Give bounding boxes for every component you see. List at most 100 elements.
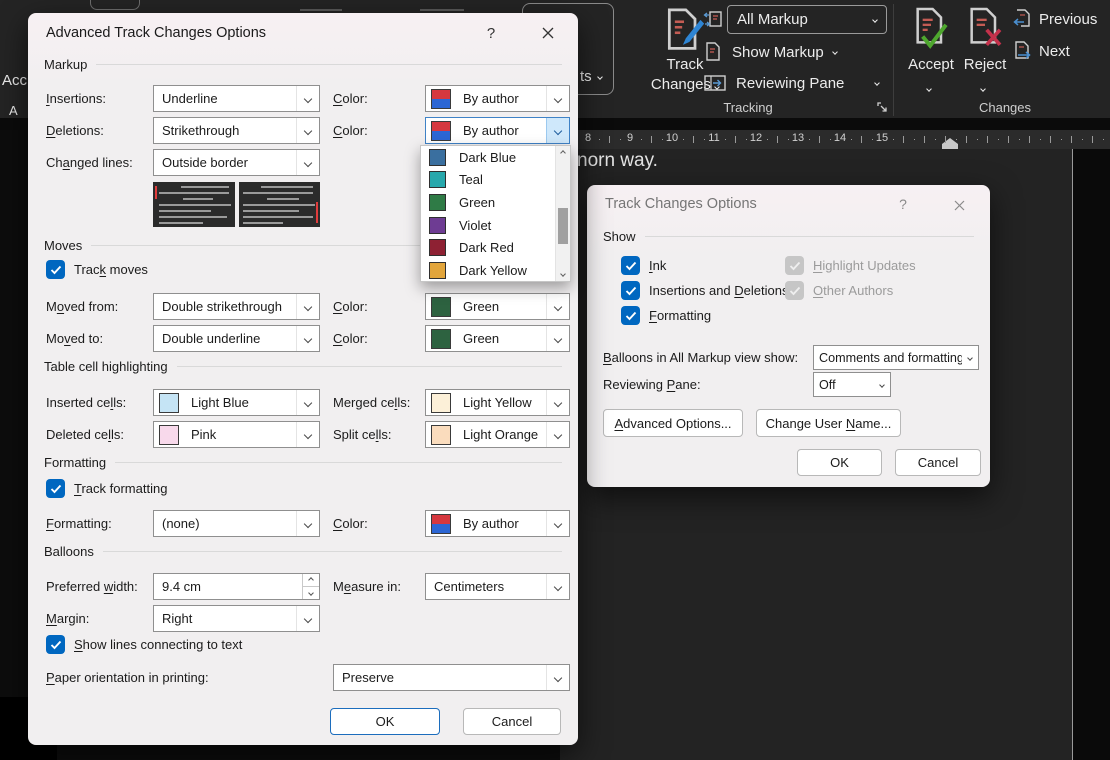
inserted-cells-dropdown[interactable]: Light Blue: [153, 389, 320, 416]
dropdown-arrow[interactable]: [296, 86, 319, 111]
formatting-color-value: By author: [451, 516, 546, 531]
color-swatch: [429, 194, 446, 211]
dropdown-arrow[interactable]: [296, 390, 319, 415]
color-swatch: [429, 217, 446, 234]
close-button[interactable]: [939, 191, 979, 219]
color-option[interactable]: Dark Red: [421, 236, 555, 259]
close-button[interactable]: [528, 19, 568, 47]
display-for-review-icon: [703, 9, 725, 31]
dropdown-arrow[interactable]: [296, 422, 319, 447]
ruler-tick: [746, 139, 747, 140]
ok-button[interactable]: OK: [797, 449, 882, 476]
advanced-options-button[interactable]: Advanced Options...: [603, 409, 743, 437]
width-stepper[interactable]: [302, 574, 319, 599]
formatting-dropdown[interactable]: (none): [153, 510, 320, 537]
dropdown-arrow[interactable]: [546, 511, 569, 536]
chevron-down-icon: [872, 17, 878, 23]
preferred-width-field[interactable]: 9.4 cm: [153, 573, 320, 600]
deleted-cells-dropdown[interactable]: Pink: [153, 421, 320, 448]
ruler-tick: [1103, 139, 1104, 140]
help-button[interactable]: ?: [892, 193, 914, 215]
moved-from-color-dropdown[interactable]: Green: [425, 293, 570, 320]
checkbox-insertions-deletions[interactable]: Insertions and Deletions: [621, 281, 788, 300]
color-options: Dark BlueTealGreenVioletDark RedDark Yel…: [421, 146, 555, 281]
color-option[interactable]: Teal: [421, 169, 555, 192]
dropdown-arrow[interactable]: [546, 422, 569, 447]
reviewing-pane-button[interactable]: Reviewing Pane: [703, 73, 879, 93]
checkbox-ink[interactable]: Ink: [621, 256, 666, 275]
moved-to-dropdown[interactable]: Double underline: [153, 325, 320, 352]
dropdown-scrollbar[interactable]: [555, 146, 570, 281]
checkbox-formatting[interactable]: Formatting: [621, 306, 711, 325]
table-cell-group-header: Table cell highlighting: [44, 359, 562, 374]
color-option[interactable]: Dark Yellow: [421, 259, 555, 282]
dropdown-arrow[interactable]: [546, 294, 569, 319]
paper-orientation-dropdown[interactable]: Preserve: [333, 664, 570, 691]
insertions-value: Underline: [154, 91, 296, 106]
dropdown-arrow[interactable]: [546, 118, 569, 143]
scroll-up-icon[interactable]: [556, 146, 570, 160]
ruler-tick: [767, 139, 768, 140]
display-for-review-dropdown[interactable]: All Markup: [727, 5, 887, 34]
paper-orientation-label: Paper orientation in printing:: [46, 670, 209, 685]
horizontal-ruler[interactable]: 89101112131415: [560, 130, 1110, 149]
cancel-button[interactable]: Cancel: [463, 708, 561, 735]
dropdown-arrow[interactable]: [296, 150, 319, 175]
formatting-color-dropdown[interactable]: By author: [425, 510, 570, 537]
green-swatch: [431, 329, 451, 349]
checkbox-show-lines[interactable]: Show lines connecting to text: [46, 635, 242, 654]
ruler-number: 12: [750, 132, 762, 144]
dropdown-arrow[interactable]: [546, 665, 569, 690]
dropdown-arrow[interactable]: [546, 390, 569, 415]
deletions-dropdown[interactable]: Strikethrough: [153, 117, 320, 144]
deletions-value: Strikethrough: [154, 123, 296, 138]
split-cells-dropdown[interactable]: Light Orange: [425, 421, 570, 448]
dropdown-arrow[interactable]: [874, 373, 890, 396]
dropdown-arrow[interactable]: [296, 326, 319, 351]
formatting-label: Formatting:: [46, 516, 112, 531]
ruler-tick: [641, 139, 642, 140]
previous-change-button[interactable]: Previous: [1012, 8, 1097, 30]
next-change-button[interactable]: Next: [1012, 40, 1070, 62]
insertions-color-dropdown[interactable]: By author: [425, 85, 570, 112]
margin-dropdown[interactable]: Right: [153, 605, 320, 632]
moved-to-color-dropdown[interactable]: Green: [425, 325, 570, 352]
dropdown-arrow[interactable]: [546, 86, 569, 111]
checkbox-track-formatting[interactable]: Track formatting: [46, 479, 167, 498]
dropdown-arrow[interactable]: [296, 118, 319, 143]
color-option[interactable]: Green: [421, 191, 555, 214]
merged-cells-dropdown[interactable]: Light Yellow: [425, 389, 570, 416]
by-author-swatch: [431, 514, 451, 534]
ruler-tick: [987, 136, 988, 143]
deleted-cells-value: Pink: [179, 427, 296, 442]
color-swatch: [429, 149, 446, 166]
scrollbar-thumb[interactable]: [558, 208, 568, 244]
tracking-dialog-launcher-icon[interactable]: [876, 101, 889, 114]
help-button[interactable]: ?: [480, 22, 502, 44]
ruler-tick: [819, 136, 820, 143]
changed-lines-dropdown[interactable]: Outside border: [153, 149, 320, 176]
stepper-up-icon[interactable]: [303, 574, 319, 586]
moved-from-dropdown[interactable]: Double strikethrough: [153, 293, 320, 320]
insertions-dropdown[interactable]: Underline: [153, 85, 320, 112]
dropdown-arrow[interactable]: [546, 574, 569, 599]
ok-button[interactable]: OK: [330, 708, 440, 735]
color-option[interactable]: Dark Blue: [421, 146, 555, 169]
dropdown-arrow[interactable]: [962, 346, 978, 369]
cancel-button[interactable]: Cancel: [895, 449, 981, 476]
preferred-width-label: Preferred width:: [46, 579, 138, 594]
dropdown-arrow[interactable]: [296, 606, 319, 631]
balloons-show-dropdown[interactable]: Comments and formatting: [813, 345, 979, 370]
dropdown-arrow[interactable]: [296, 294, 319, 319]
change-user-name-button[interactable]: Change User Name...: [756, 409, 901, 437]
scroll-down-icon[interactable]: [556, 267, 570, 281]
checkbox-track-moves[interactable]: Track moves: [46, 260, 148, 279]
reviewing-pane-dropdown[interactable]: Off: [813, 372, 891, 397]
deletions-color-dropdown[interactable]: By author: [425, 117, 570, 144]
show-markup-button[interactable]: Show Markup: [703, 41, 837, 63]
color-option[interactable]: Violet: [421, 214, 555, 237]
measure-in-dropdown[interactable]: Centimeters: [425, 573, 570, 600]
dropdown-arrow[interactable]: [296, 511, 319, 536]
dropdown-arrow[interactable]: [546, 326, 569, 351]
stepper-down-icon[interactable]: [303, 586, 319, 599]
